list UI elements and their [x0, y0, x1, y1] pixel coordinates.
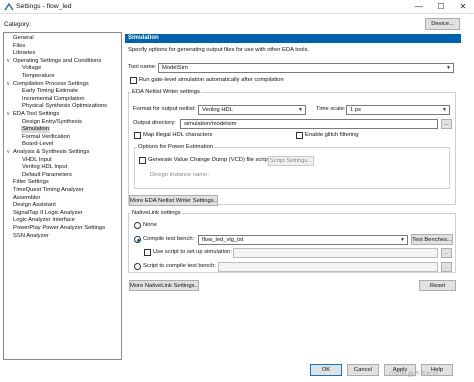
device-button[interactable]: Device... — [425, 18, 460, 30]
browse-output-directory-button[interactable]: ... — [441, 119, 452, 129]
tree-item[interactable]: Physical Synthesis Optimizations — [21, 103, 108, 110]
chevron-down-icon: ▼ — [442, 107, 447, 113]
tree-item[interactable]: VHDL Input — [21, 157, 53, 164]
tree-item[interactable]: PowerPlay Power Analyzer Settings — [12, 225, 106, 232]
compile-test-bench-select[interactable]: flow_led_vlg_tst ▼ — [198, 235, 408, 245]
tree-item[interactable]: Board-Level — [21, 141, 54, 148]
tree-item[interactable]: Temperature — [21, 73, 56, 80]
tree-item[interactable]: Voltage — [21, 65, 42, 72]
chevron-down-icon: ▼ — [400, 237, 405, 243]
panel-header: Simulation — [125, 34, 461, 43]
format-value: Verilog HDL — [202, 107, 233, 113]
generate-vcd-label: Generate Value Change Dump (VCD) file sc… — [148, 157, 270, 163]
use-script-label: Use script to set up simulation: — [153, 249, 232, 255]
map-illegal-hdl-label: Map illegal HDL characters — [143, 132, 213, 138]
tree-item[interactable]: EDA Tool Settings — [12, 111, 60, 118]
power-estimation-group — [134, 147, 450, 189]
generate-vcd-checkbox[interactable] — [139, 157, 146, 164]
enable-glitch-label: Enable glitch filtering — [305, 132, 359, 138]
tree-item[interactable]: Libraries — [12, 50, 36, 57]
tool-name-value: ModelSim — [162, 65, 188, 71]
run-gate-level-checkbox[interactable] — [130, 77, 137, 84]
run-gate-level-label: Run gate-level simulation automatically … — [139, 77, 284, 83]
tree-item[interactable]: Analysis & Synthesis Settings — [12, 149, 90, 156]
format-label: Format for output netlist: — [133, 106, 196, 112]
ok-button[interactable]: OK — [310, 364, 342, 376]
format-select[interactable]: Verilog HDL ▼ — [198, 105, 306, 115]
more-nativelink-settings-button[interactable]: More NativeLink Settings... — [129, 280, 199, 291]
tree-item[interactable]: Files — [12, 43, 26, 50]
use-script-input[interactable] — [233, 248, 438, 258]
tree-item[interactable]: Fitter Settings — [12, 179, 50, 186]
script-settings-button[interactable]: Script Settings... — [268, 156, 314, 166]
reset-button[interactable]: Reset — [419, 280, 456, 291]
cancel-button[interactable]: Cancel — [347, 364, 379, 376]
panel-description: Specify options for generating output fi… — [128, 47, 310, 53]
test-benches-button[interactable]: Test Benches... — [411, 234, 453, 245]
tree-item[interactable]: Verilog HDL Input — [21, 164, 68, 171]
script-compile-label: Script to compile test bench: — [143, 263, 216, 269]
tree-item[interactable]: Formal Verification — [21, 134, 71, 141]
browse-use-script-button[interactable]: ... — [441, 248, 452, 258]
time-scale-value: 1 ps — [350, 107, 361, 113]
tool-name-label: Tool name: — [128, 64, 157, 70]
tree-item[interactable]: Incremental Compilation — [21, 96, 86, 103]
output-directory-input[interactable]: simulation/modelsim — [180, 119, 438, 129]
chevron-down-icon: ▼ — [446, 65, 451, 71]
tree-item[interactable]: Simulation — [21, 126, 51, 134]
script-compile-radio[interactable] — [134, 263, 141, 270]
window-title: Settings - flow_led — [16, 3, 72, 10]
tree-item[interactable]: Logic Analyzer Interface — [12, 217, 76, 224]
tree-item[interactable]: TimeQuest Timing Analyzer — [12, 187, 85, 194]
tree-item[interactable]: Default Parameters — [21, 172, 73, 179]
category-label: Category: — [4, 21, 31, 28]
expand-toggle-icon[interactable]: v — [7, 149, 10, 156]
output-directory-label: Output directory: — [133, 120, 176, 126]
enable-glitch-checkbox[interactable] — [296, 132, 303, 139]
more-netlist-settings-button[interactable]: More EDA Netlist Writer Settings... — [129, 195, 218, 206]
compile-test-bench-value: flow_led_vlg_tst — [202, 237, 244, 243]
power-estimation-group-title: Options for Power Estimation — [137, 144, 215, 150]
compile-test-bench-radio[interactable] — [134, 236, 141, 243]
expand-toggle-icon[interactable]: v — [7, 111, 10, 118]
script-compile-input[interactable] — [218, 262, 438, 272]
close-window-button[interactable]: ✕ — [452, 0, 474, 14]
tree-item[interactable]: Assembler — [12, 195, 41, 202]
use-script-checkbox[interactable] — [144, 249, 151, 256]
tree-item[interactable]: Design Assistant — [12, 202, 57, 209]
tree-item[interactable]: SSN Analyzer — [12, 233, 50, 240]
title-bar: Settings - flow_led — ☐ ✕ — [0, 0, 474, 14]
category-tree[interactable]: General Files Libraries v Operating Settings… — [3, 32, 122, 360]
minimize-button[interactable]: — — [408, 0, 430, 14]
settings-app-icon — [4, 2, 14, 11]
chevron-down-icon: ▼ — [298, 107, 303, 113]
watermark: CSDN @齐名セ33 — [389, 372, 439, 378]
time-scale-label: Time scale: — [316, 106, 346, 112]
expand-toggle-icon[interactable]: v — [7, 81, 10, 88]
nativelink-group-title: NativeLink settings — [131, 210, 182, 216]
none-radio[interactable] — [134, 222, 141, 229]
tree-item[interactable]: General — [12, 35, 35, 42]
tree-item[interactable]: Design Entry/Synthesis — [21, 119, 83, 126]
maximize-button[interactable]: ☐ — [430, 0, 452, 14]
time-scale-select[interactable]: 1 ps ▼ — [346, 105, 450, 115]
tree-item[interactable]: SignalTap II Logic Analyzer — [12, 210, 84, 217]
browse-script-compile-button[interactable]: ... — [441, 262, 452, 272]
tree-item[interactable]: Operating Settings and Conditions — [12, 58, 102, 65]
map-illegal-hdl-checkbox[interactable] — [134, 132, 141, 139]
compile-test-bench-label: Compile test bench: — [143, 236, 195, 242]
tree-item[interactable]: Early Timing Estimate — [21, 88, 79, 95]
tool-name-select[interactable]: ModelSim ▼ — [158, 63, 454, 73]
netlist-writer-group-title: EDA Netlist Writer settings — [131, 89, 201, 95]
design-instance-label: Design instance name: — [150, 172, 209, 178]
tree-item[interactable]: Compilation Process Settings — [12, 81, 90, 88]
none-radio-label: None — [143, 222, 157, 228]
expand-toggle-icon[interactable]: v — [7, 58, 10, 65]
